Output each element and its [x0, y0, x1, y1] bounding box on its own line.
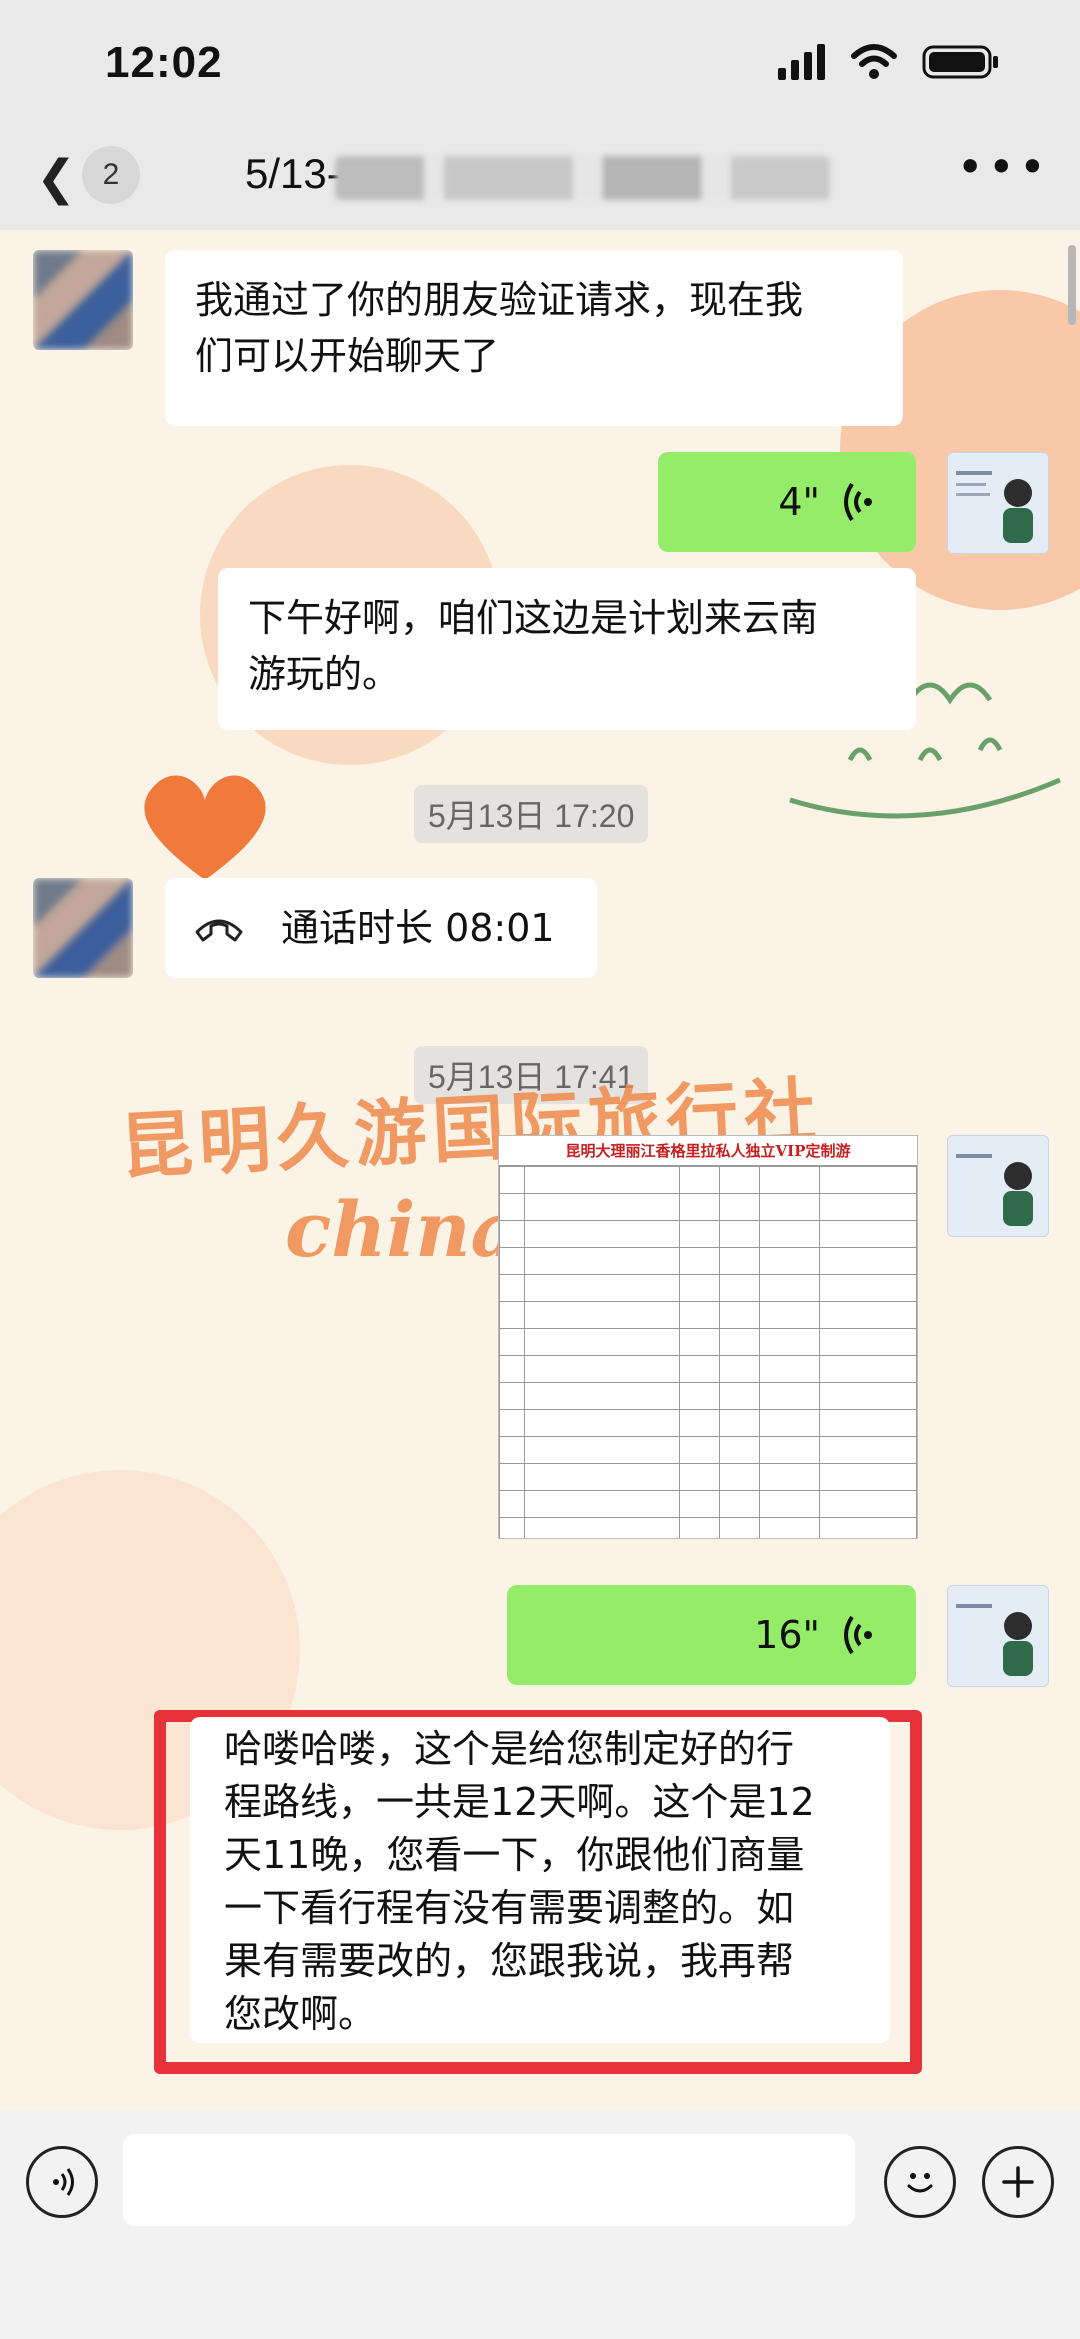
- message-bubble[interactable]: 我通过了你的朋友验证请求，现在我 们可以开始聊天了: [165, 250, 903, 426]
- call-duration: 通话时长 08:01: [281, 906, 555, 950]
- message-text: 游玩的。: [248, 652, 401, 696]
- my-avatar[interactable]: [947, 1585, 1049, 1687]
- itinerary-title: 昆明大理丽江香格里拉私人独立VIP定制游: [499, 1136, 917, 1166]
- transcript-line: 程路线，一共是12天啊。这个是12: [224, 1780, 815, 1824]
- clock: 12:02: [105, 38, 223, 87]
- itinerary-table: [499, 1166, 917, 1538]
- voice-icon: [53, 2168, 74, 2196]
- voice-message[interactable]: 4": [658, 452, 916, 552]
- contact-avatar[interactable]: [33, 250, 133, 350]
- wifi-icon: [851, 44, 897, 79]
- message-text: 们可以开始聊天了: [195, 334, 500, 378]
- more-actions-button[interactable]: [982, 2146, 1054, 2218]
- status-icons: [776, 44, 1000, 80]
- message-bubble[interactable]: 下午好啊，咱们这边是计划来云南 游玩的。: [218, 568, 916, 730]
- voice-message[interactable]: 16": [507, 1585, 916, 1685]
- transcript-line: 您改啊。: [224, 1992, 377, 2036]
- chat-header: ❮ 2 5/13- •••: [0, 130, 1080, 230]
- voice-wave-icon: [844, 1615, 872, 1655]
- voice-wave-icon: [844, 482, 872, 522]
- call-record[interactable]: 通话时长 08:01: [165, 878, 597, 978]
- phone-hangup-icon: [195, 919, 243, 942]
- blurred-title: [335, 156, 830, 200]
- voice-input-button[interactable]: [26, 2146, 98, 2218]
- my-avatar[interactable]: [947, 1135, 1049, 1237]
- battery-icon: [922, 45, 998, 79]
- message-text: 下午好啊，咱们这边是计划来云南: [248, 596, 819, 640]
- emoji-button[interactable]: [884, 2146, 956, 2218]
- voice-duration: 16": [754, 1613, 820, 1657]
- message-text: 我通过了你的朋友验证请求，现在我: [195, 278, 804, 322]
- more-icon[interactable]: •••: [957, 140, 1050, 194]
- voice-transcript[interactable]: 哈喽哈喽，这个是给您制定好的行 程路线，一共是12天啊。这个是12 天11晚，您…: [190, 1717, 890, 2043]
- contact-avatar[interactable]: [33, 878, 133, 978]
- timestamp: 5月13日 17:20: [414, 785, 649, 843]
- agency-watermark-english: china: [285, 1185, 520, 1274]
- chat-title[interactable]: 5/13-: [245, 150, 341, 198]
- chat-area[interactable]: 我通过了你的朋友验证请求，现在我 们可以开始聊天了 4" 下午好啊，咱们这边是计…: [0, 230, 1080, 2110]
- unread-badge[interactable]: 2: [82, 146, 140, 204]
- scrollbar[interactable]: [1068, 245, 1076, 325]
- smiley-icon: [907, 2173, 933, 2193]
- input-bar: [0, 2110, 1080, 2339]
- back-icon[interactable]: ❮: [36, 150, 76, 206]
- itinerary-image[interactable]: 昆明大理丽江香格里拉私人独立VIP定制游: [498, 1135, 918, 1539]
- transcript-line: 果有需要改的，您跟我说，我再帮: [224, 1939, 795, 1983]
- transcript-line: 一下看行程有没有需要调整的。如: [224, 1886, 795, 1930]
- signal-icon: [778, 44, 825, 80]
- my-avatar[interactable]: [947, 452, 1049, 554]
- plus-icon: [1002, 2166, 1034, 2198]
- message-input[interactable]: [123, 2134, 855, 2226]
- transcript-line: 天11晚，您看一下，你跟他们商量: [224, 1833, 805, 1877]
- transcript-line: 哈喽哈喽，这个是给您制定好的行: [224, 1727, 795, 1771]
- voice-duration: 4": [778, 480, 820, 524]
- heart-doodle: [144, 775, 266, 880]
- status-bar: 12:02: [0, 0, 1080, 130]
